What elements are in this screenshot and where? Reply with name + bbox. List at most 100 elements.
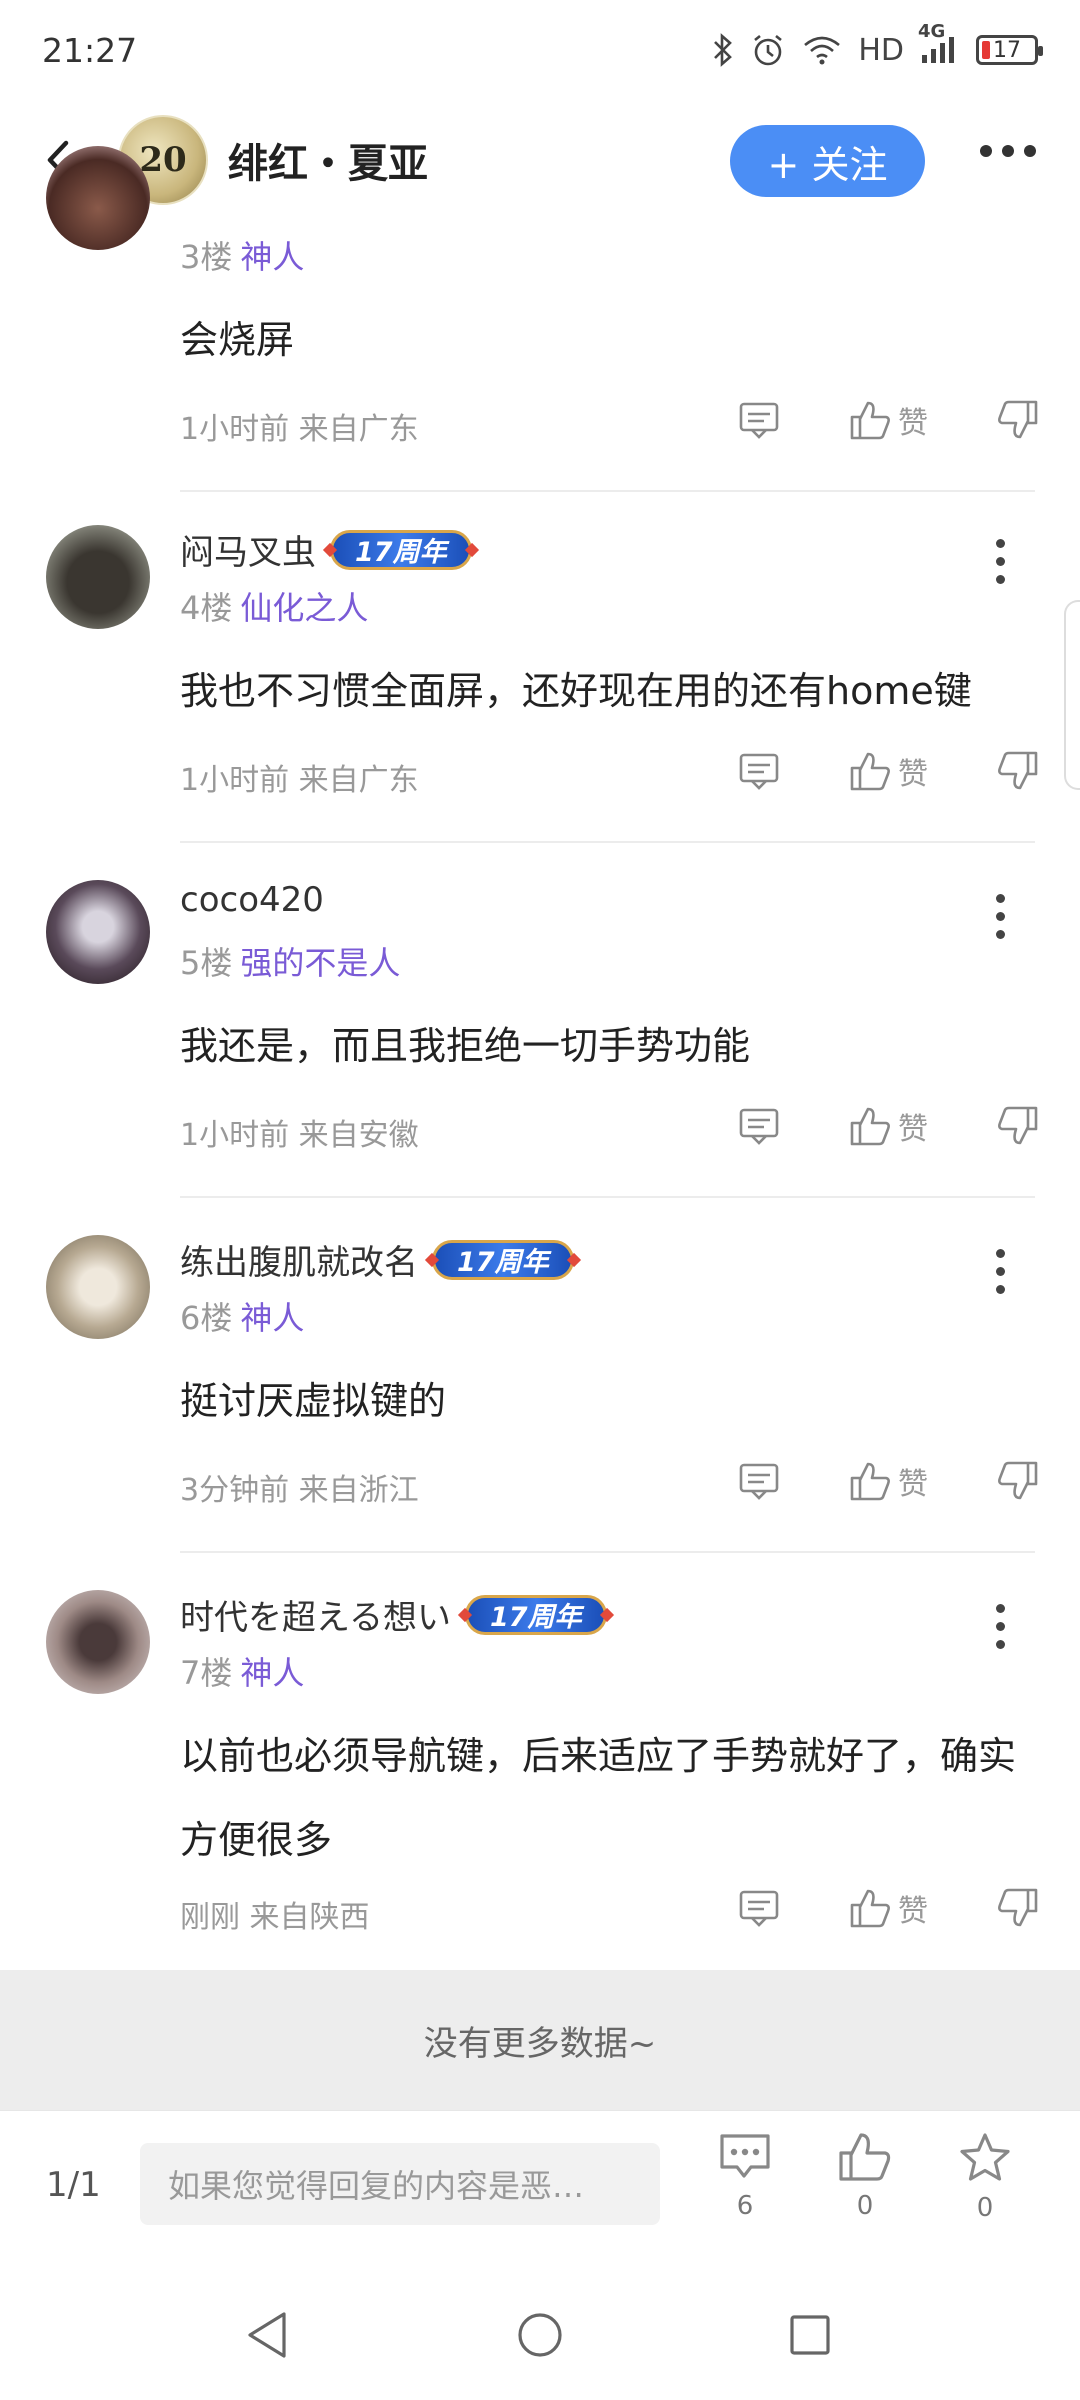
dislike-icon[interactable] [996,1105,1040,1147]
comment-count-button[interactable]: 6 [700,2131,790,2221]
floor-row: 6楼 神人 [180,1293,304,1339]
post-actions: 赞 [738,398,1040,442]
username[interactable]: 闷马叉虫 [180,525,316,574]
username-row: 闷马叉虫 17周年 [180,525,472,574]
post-menu-icon[interactable] [990,539,1010,584]
username[interactable]: 练出腹肌就改名 [180,1235,418,1284]
status-icons: HD 4G 17 [712,21,1043,68]
username[interactable]: 时代を超える想い [180,1590,451,1639]
floor-number: 7楼 [180,1654,233,1692]
avatar[interactable] [46,1235,150,1339]
avatar[interactable] [46,1590,150,1694]
thread-like-button[interactable]: 0 [820,2131,910,2221]
post-content: 以前也必须导航键，后来适应了手势就好了，确实方便很多 [180,1734,1017,1862]
like-button[interactable]: 赞 [848,1886,948,1930]
network-label: HD [858,32,904,68]
dislike-icon[interactable] [996,1460,1040,1502]
avatar[interactable] [46,880,150,984]
comment-icon[interactable] [738,399,788,441]
comment-icon[interactable] [738,1887,788,1929]
like-button[interactable]: 赞 [848,398,948,442]
post-location: 来自安徽 [298,1118,419,1153]
like-label: 赞 [898,757,928,792]
nav-home-icon[interactable] [505,2300,575,2370]
comment-icon[interactable] [738,1105,788,1147]
post-time: 刚刚 [180,1900,240,1935]
reply-input[interactable]: 如果您觉得回复的内容是恶… [140,2143,660,2225]
post-meta: 1小时前 来自广东 [180,404,419,448]
battery-level: 17 [993,37,1021,63]
battery-icon: 17 [976,35,1043,65]
username-row: coco420 [180,880,324,920]
like-button[interactable]: 赞 [848,1459,948,1503]
signal-icon: 4G [918,21,960,65]
username-row: 练出腹肌就改名 17周年 [180,1235,574,1284]
post-meta: 1小时前 来自广东 [180,755,419,799]
post-content: 我也不习惯全面屏，还好现在用的还有home键 [180,669,972,713]
wifi-icon [802,34,842,66]
edge-handle[interactable] [1064,600,1080,790]
dislike-icon[interactable] [996,1887,1040,1929]
bluetooth-icon [712,33,734,67]
divider [180,1196,1035,1198]
thumbs-up-icon [850,1889,890,1928]
floor-number: 5楼 [180,944,233,982]
post-actions: 赞 [738,1104,1040,1148]
floor-row: 7楼 神人 [180,1648,304,1694]
no-more-data: 没有更多数据~ [0,1970,1080,2110]
anniversary-badge: 17周年 [464,1594,607,1635]
post-time: 1小时前 [180,1118,290,1153]
forum-name[interactable]: 绯红・夏亚 [228,131,428,189]
floor-row: 3楼 神人 [180,232,304,278]
nav-recents-icon[interactable] [775,2300,845,2370]
like-count: 0 [856,2191,874,2221]
post-time: 1小时前 [180,763,290,798]
post-time: 3分钟前 [180,1473,290,1508]
thumbs-up-icon [839,2133,891,2181]
star-icon [960,2133,1010,2181]
avatar[interactable] [46,525,150,629]
post-content: 会烧屏 [180,318,295,362]
favorite-count: 0 [976,2193,994,2223]
nav-back-icon[interactable] [232,2300,302,2370]
like-label: 赞 [898,1467,928,1502]
user-level: 神人 [240,1299,305,1337]
signal-label: 4G [918,21,946,42]
post-menu-icon[interactable] [990,1604,1010,1649]
post-location: 来自陕西 [249,1900,370,1935]
system-nav-bar [0,2270,1080,2400]
dislike-icon[interactable] [996,399,1040,441]
like-button[interactable]: 赞 [848,1104,948,1148]
forum-avatar-text: 20 [139,140,187,180]
like-button[interactable]: 赞 [848,749,948,793]
comment-count: 6 [736,2191,754,2221]
post-menu-icon[interactable] [990,1249,1010,1294]
follow-button[interactable]: + 关注 [730,125,925,197]
favorite-button[interactable]: 0 [940,2131,1030,2223]
avatar[interactable] [46,146,150,250]
post-actions: 赞 [738,1459,1040,1503]
post-content: 挺讨厌虚拟键的 [180,1379,447,1423]
comment-icon[interactable] [738,750,788,792]
floor-number: 3楼 [180,238,233,276]
like-label: 赞 [898,406,928,441]
post-content: 我还是，而且我拒绝一切手势功能 [180,1024,751,1068]
more-icon[interactable] [980,145,1036,157]
anniversary-badge: 17周年 [432,1239,574,1280]
divider [180,1551,1035,1553]
thumbs-up-icon [850,401,890,440]
username-row: 时代を超える想い 17周年 [180,1590,607,1639]
post-time: 1小时前 [180,412,290,447]
username[interactable]: coco420 [180,880,324,920]
post-menu-icon[interactable] [990,894,1010,939]
floor-number: 6楼 [180,1299,233,1337]
thumbs-up-icon [850,752,890,791]
status-bar: 21:27 HD 4G 17 [0,0,1080,100]
floor-number: 4楼 [180,589,233,627]
dislike-icon[interactable] [996,750,1040,792]
reply-bar: 1/1 如果您觉得回复的内容是恶… 6 0 0 [0,2110,1080,2270]
comment-icon[interactable] [738,1460,788,1502]
page-indicator[interactable]: 1/1 [46,2165,101,2205]
anniversary-badge: 17周年 [330,529,472,570]
thumbs-up-icon [850,1107,890,1146]
